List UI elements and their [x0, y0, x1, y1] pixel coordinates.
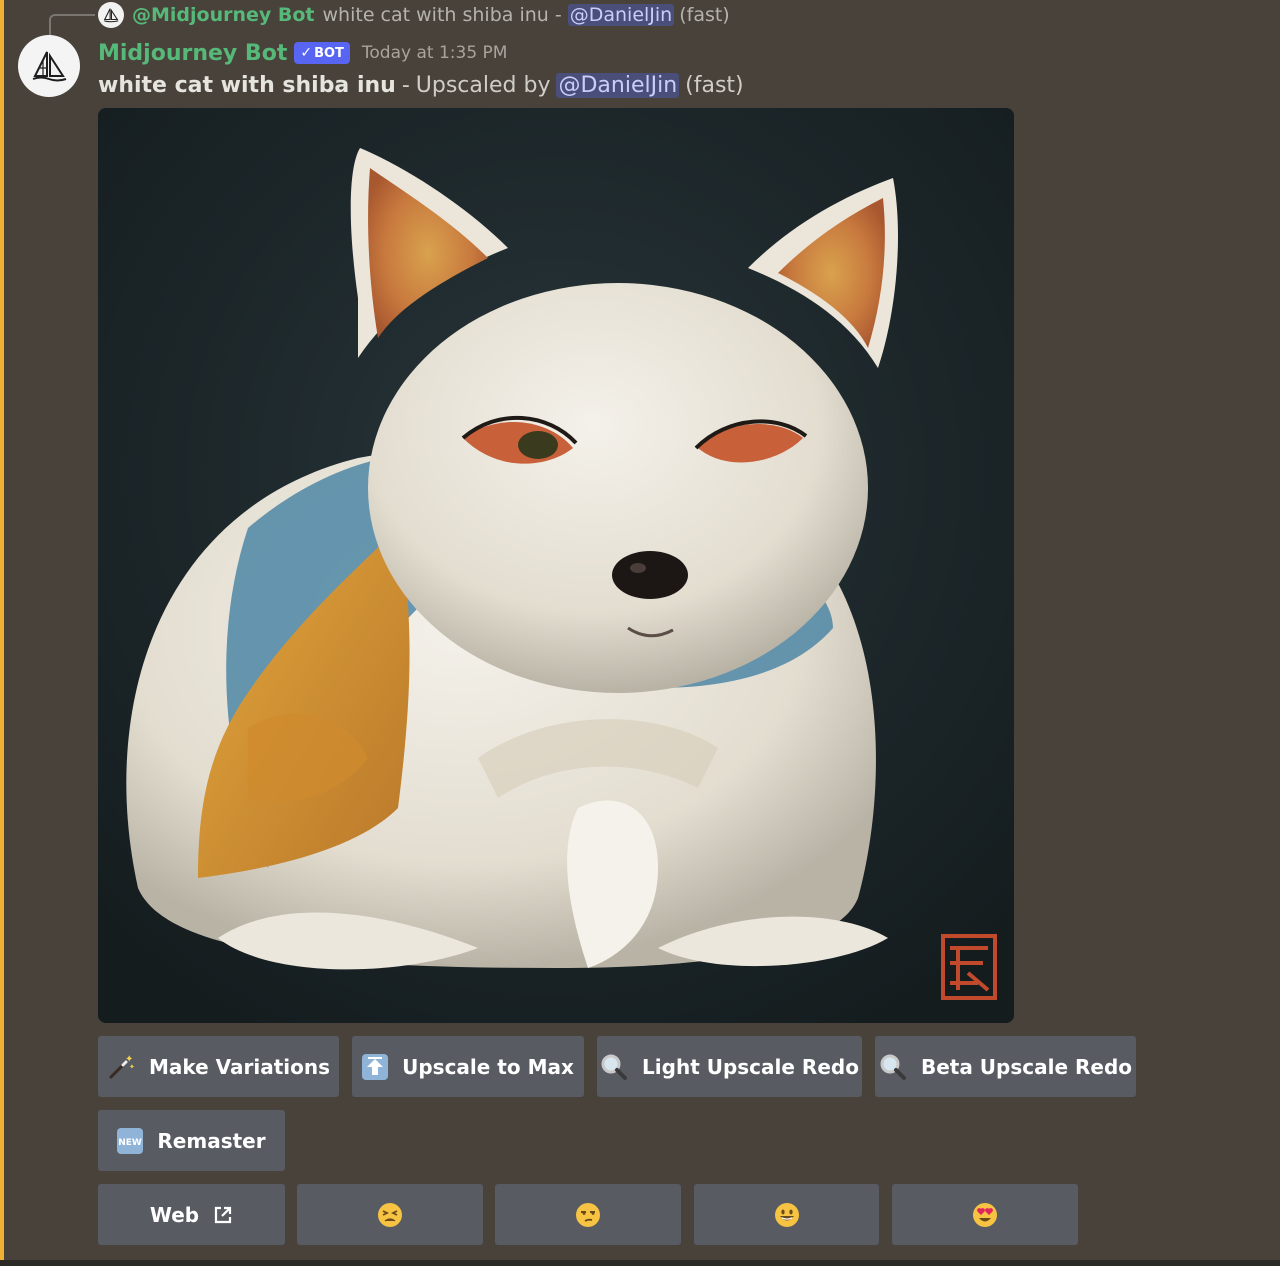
verified-check-icon: ✓ — [300, 45, 313, 61]
magic-wand-icon: ✦ ✦ — [107, 1053, 135, 1081]
upscaled-by-text: Upscaled by — [415, 72, 551, 98]
author-name[interactable]: Midjourney Bot — [98, 41, 287, 66]
prompt-text: white cat with shiba inu — [98, 72, 396, 98]
reply-reference[interactable]: @Midjourney Bot white cat with shiba inu… — [98, 2, 730, 28]
reaction-heart-eyes-button[interactable] — [892, 1184, 1078, 1245]
bot-badge: ✓ BOT — [294, 42, 350, 64]
reaction-grinning-button[interactable] — [694, 1184, 879, 1245]
reply-avatar[interactable] — [98, 2, 124, 28]
new-badge-text: NEW — [119, 1138, 143, 1148]
web-link-button[interactable]: Web — [98, 1184, 285, 1245]
message-view: @Midjourney Bot white cat with shiba inu… — [0, 0, 1280, 1266]
highlight-accent-bar — [0, 0, 4, 1266]
reaction-tired-button[interactable] — [297, 1184, 483, 1245]
svg-text:✦: ✦ — [129, 1063, 135, 1071]
make-variations-button[interactable]: ✦ ✦ Make Variations — [98, 1036, 339, 1097]
beta-upscale-redo-button[interactable]: Beta Upscale Redo — [875, 1036, 1136, 1097]
separator: - — [401, 72, 410, 98]
sailboat-icon — [32, 51, 67, 82]
up-arrow-icon — [362, 1053, 389, 1080]
message-header: Midjourney Bot ✓ BOT Today at 1:35 PM — [98, 36, 507, 70]
bot-badge-label: BOT — [314, 45, 344, 61]
reply-spine — [49, 14, 95, 38]
image-attachment[interactable] — [98, 108, 1014, 1023]
magnifier-icon — [600, 1053, 628, 1081]
remaster-button[interactable]: NEW Remaster — [98, 1110, 285, 1171]
upscale-to-max-button[interactable]: Upscale to Max — [352, 1036, 584, 1097]
sailboat-icon — [103, 8, 119, 23]
reaction-unamused-button[interactable] — [495, 1184, 681, 1245]
reply-text[interactable]: white cat with shiba inu - — [323, 4, 562, 26]
reply-suffix[interactable]: (fast) — [679, 4, 730, 26]
remaster-label: Remaster — [157, 1128, 266, 1153]
divider — [0, 1260, 1280, 1266]
timestamp[interactable]: Today at 1:35 PM — [362, 43, 508, 63]
make-variations-label: Make Variations — [148, 1054, 331, 1079]
external-link-icon — [213, 1205, 233, 1225]
reply-author[interactable]: @Midjourney Bot — [132, 4, 315, 26]
user-mention[interactable]: @DanielJin — [556, 72, 680, 98]
unamused-face-icon — [576, 1202, 600, 1227]
heart-eyes-face-icon — [973, 1202, 997, 1227]
new-badge-icon: NEW — [117, 1127, 144, 1154]
beta-upscale-redo-label: Beta Upscale Redo — [920, 1054, 1133, 1079]
tired-face-icon — [378, 1202, 402, 1227]
magnifier-icon — [879, 1053, 907, 1081]
light-upscale-redo-button[interactable]: Light Upscale Redo — [597, 1036, 862, 1097]
speed-label: (fast) — [685, 72, 744, 98]
grinning-face-icon — [774, 1202, 799, 1227]
cat-artwork — [98, 108, 1014, 1023]
reply-mention[interactable]: @DanielJin — [567, 4, 675, 26]
upscale-to-max-label: Upscale to Max — [402, 1054, 574, 1079]
message-content: white cat with shiba inu - Upscaled by @… — [98, 70, 744, 100]
light-upscale-redo-label: Light Upscale Redo — [642, 1054, 859, 1079]
avatar[interactable] — [18, 35, 80, 97]
web-label: Web — [149, 1202, 200, 1227]
